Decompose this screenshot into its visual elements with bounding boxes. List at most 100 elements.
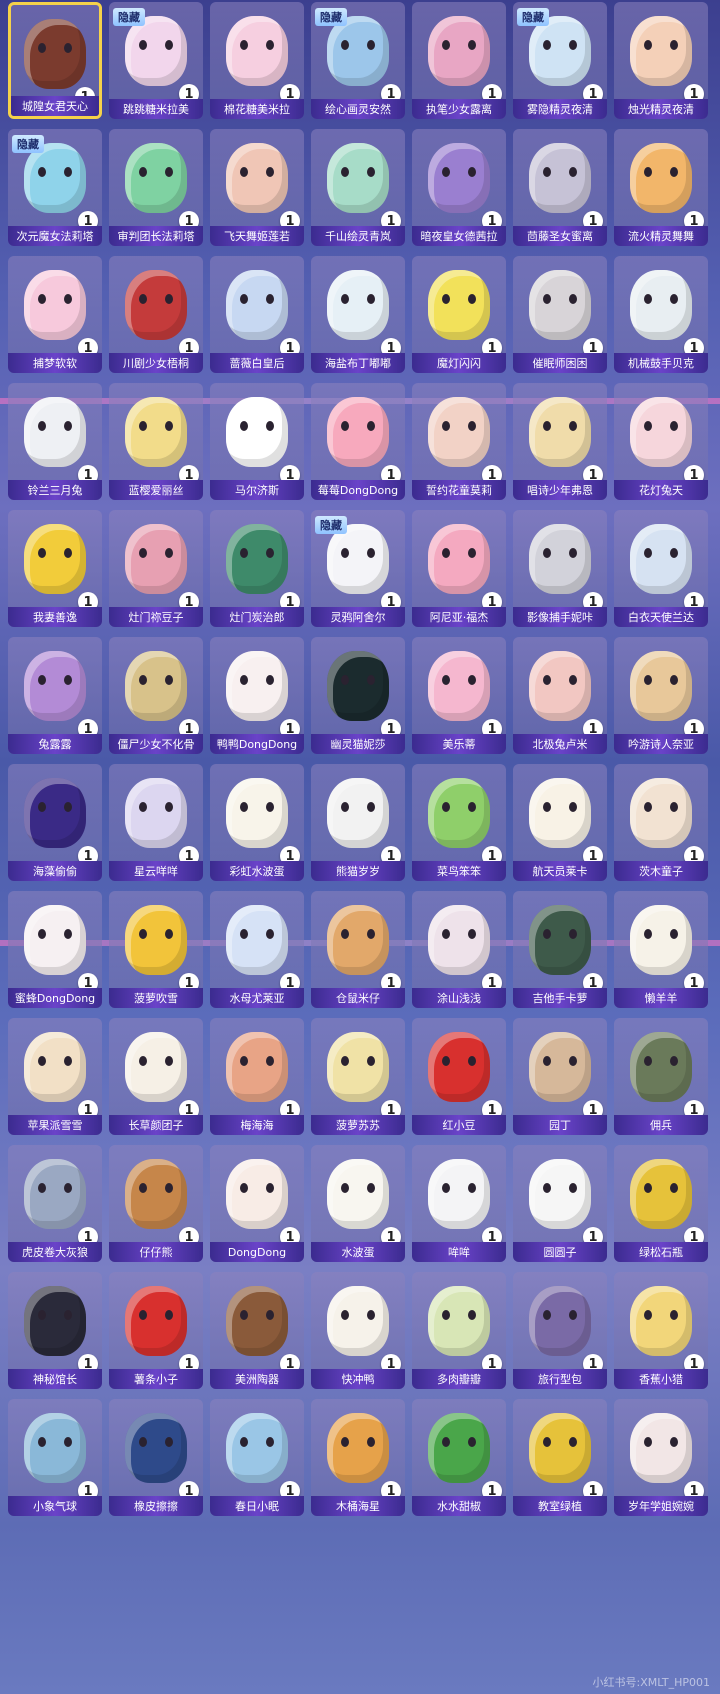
collection-card[interactable]: 1 仓鼠米仔 [311, 891, 405, 1008]
collection-card[interactable]: 1 唱诗少年弗恩 [513, 383, 607, 500]
collection-card[interactable]: 1 审判团长法莉塔 [109, 129, 203, 246]
collection-card[interactable]: 1 教室绿植 [513, 1399, 607, 1516]
collection-card[interactable]: 1 机械鼓手贝克 [614, 256, 708, 373]
collection-card[interactable]: 1 佣兵 [614, 1018, 708, 1135]
collection-card[interactable]: 隐藏 1 跳跳糖米拉美 [109, 2, 203, 119]
figure-image [630, 1032, 692, 1102]
collection-card[interactable]: 1 小象气球 [8, 1399, 102, 1516]
figure-name: 跳跳糖米拉美 [109, 99, 203, 119]
collection-card[interactable]: 1 幽灵猫妮莎 [311, 637, 405, 754]
collection-card[interactable]: 1 兔露露 [8, 637, 102, 754]
collection-card[interactable]: 1 神秘馆长 [8, 1272, 102, 1389]
figure-name: 旅行型包 [513, 1369, 607, 1389]
collection-card[interactable]: 1 苹果派雪雪 [8, 1018, 102, 1135]
collection-card[interactable]: 1 木桶海星 [311, 1399, 405, 1516]
collection-card[interactable]: 1 旅行型包 [513, 1272, 607, 1389]
collection-card[interactable]: 1 熊猫岁岁 [311, 764, 405, 881]
collection-card[interactable]: 1 铃兰三月兔 [8, 383, 102, 500]
collection-card[interactable]: 1 僵尸少女不化骨 [109, 637, 203, 754]
collection-card[interactable]: 1城隍女君天心 [8, 2, 102, 119]
figure-image [327, 778, 389, 848]
collection-card[interactable]: 1 快冲鸭 [311, 1272, 405, 1389]
figure-name: 菠萝吹雪 [109, 988, 203, 1008]
collection-card[interactable]: 1 虎皮卷大灰狼 [8, 1145, 102, 1262]
collection-card[interactable]: 1 薯条小子 [109, 1272, 203, 1389]
collection-card[interactable]: 1 鸭鸭DongDong [210, 637, 304, 754]
collection-card[interactable]: 1 绿松石瓶 [614, 1145, 708, 1262]
collection-card[interactable]: 隐藏 1 绘心画灵安然 [311, 2, 405, 119]
collection-card[interactable]: 1 星云咩咩 [109, 764, 203, 881]
collection-card[interactable]: 1 水水甜椒 [412, 1399, 506, 1516]
figure-image [327, 524, 389, 594]
collection-card[interactable]: 1 哞哞 [412, 1145, 506, 1262]
collection-card[interactable]: 1 执笔少女露离 [412, 2, 506, 119]
collection-card[interactable]: 1 航天员莱卡 [513, 764, 607, 881]
figure-name: 教室绿植 [513, 1496, 607, 1516]
collection-card[interactable]: 1 吉他手卡萝 [513, 891, 607, 1008]
collection-card[interactable]: 1 烛光精灵夜清 [614, 2, 708, 119]
collection-card[interactable]: 隐藏 1 次元魔女法莉塔 [8, 129, 102, 246]
collection-card[interactable]: 1 蜜蜂DongDong [8, 891, 102, 1008]
collection-card[interactable]: 1 美乐蒂 [412, 637, 506, 754]
collection-card[interactable]: 1 春日小眠 [210, 1399, 304, 1516]
collection-card[interactable]: 1 蓝樱爱丽丝 [109, 383, 203, 500]
collection-card[interactable]: 1 莓莓DongDong [311, 383, 405, 500]
collection-card[interactable]: 1 梅海海 [210, 1018, 304, 1135]
collection-card[interactable]: 1 影像捕手妮咔 [513, 510, 607, 627]
collection-card[interactable]: 1 海盐布丁嘟嘟 [311, 256, 405, 373]
collection-card[interactable]: 1 阿尼亚·福杰 [412, 510, 506, 627]
collection-card[interactable]: 1 北极兔卢米 [513, 637, 607, 754]
collection-card[interactable]: 1 蔷薇白皇后 [210, 256, 304, 373]
collection-card[interactable]: 1 飞天舞姬莲若 [210, 129, 304, 246]
figure-name: 烛光精灵夜清 [614, 99, 708, 119]
collection-card[interactable]: 1 棉花糖美米拉 [210, 2, 304, 119]
collection-card[interactable]: 1 美洲陶器 [210, 1272, 304, 1389]
collection-card[interactable]: 1 橡皮擦擦 [109, 1399, 203, 1516]
figure-image [125, 1032, 187, 1102]
collection-card[interactable]: 1 流火精灵舞舞 [614, 129, 708, 246]
collection-card[interactable]: 1 魔灯闪闪 [412, 256, 506, 373]
collection-card[interactable]: 1 白衣天使兰达 [614, 510, 708, 627]
collection-card[interactable]: 隐藏 1 灵鸦阿舍尔 [311, 510, 405, 627]
collection-card[interactable]: 1 捕梦软软 [8, 256, 102, 373]
collection-card[interactable]: 隐藏 1 雾隐精灵夜清 [513, 2, 607, 119]
collection-card[interactable]: 1 茨木童子 [614, 764, 708, 881]
figure-image [529, 16, 591, 86]
collection-card[interactable]: 1 水波蛋 [311, 1145, 405, 1262]
collection-card[interactable]: 1 长草颜团子 [109, 1018, 203, 1135]
collection-card[interactable]: 1 川剧少女梧桐 [109, 256, 203, 373]
collection-card[interactable]: 1 马尔济斯 [210, 383, 304, 500]
collection-card[interactable]: 1 海藻偷偷 [8, 764, 102, 881]
collection-card[interactable]: 1 誓约花童莫莉 [412, 383, 506, 500]
collection-card[interactable]: 1 千山绘灵青岚 [311, 129, 405, 246]
collection-card[interactable]: 1 催眠师困困 [513, 256, 607, 373]
collection-card[interactable]: 1 菠萝苏苏 [311, 1018, 405, 1135]
collection-card[interactable]: 1 灶门炭治郎 [210, 510, 304, 627]
collection-card[interactable]: 1 吟游诗人奈亚 [614, 637, 708, 754]
collection-card[interactable]: 1 灶门祢豆子 [109, 510, 203, 627]
figure-image [428, 143, 490, 213]
collection-card[interactable]: 1 菜鸟笨笨 [412, 764, 506, 881]
figure-name: 哞哞 [412, 1242, 506, 1262]
collection-card[interactable]: 1 水母尤莱亚 [210, 891, 304, 1008]
collection-card[interactable]: 1 花灯兔天 [614, 383, 708, 500]
collection-card[interactable]: 1 DongDong [210, 1145, 304, 1262]
collection-card[interactable]: 1 多肉瓣瓣 [412, 1272, 506, 1389]
figure-image [24, 143, 86, 213]
figure-image [24, 1286, 86, 1356]
collection-card[interactable]: 1 涂山浅浅 [412, 891, 506, 1008]
collection-card[interactable]: 1 茴藤圣女蜜离 [513, 129, 607, 246]
figure-image [125, 778, 187, 848]
collection-card[interactable]: 1 仔仔熊 [109, 1145, 203, 1262]
collection-card[interactable]: 1 暗夜皇女德茜拉 [412, 129, 506, 246]
collection-card[interactable]: 1 香蕉小猎 [614, 1272, 708, 1389]
collection-card[interactable]: 1 懒羊羊 [614, 891, 708, 1008]
collection-card[interactable]: 1 圆圆子 [513, 1145, 607, 1262]
collection-card[interactable]: 1 园丁 [513, 1018, 607, 1135]
collection-card[interactable]: 1 彩虹水波蛋 [210, 764, 304, 881]
collection-card[interactable]: 1 岁年学姐婉婉 [614, 1399, 708, 1516]
collection-card[interactable]: 1 菠萝吹雪 [109, 891, 203, 1008]
collection-card[interactable]: 1 红小豆 [412, 1018, 506, 1135]
figure-name: 美乐蒂 [412, 734, 506, 754]
collection-card[interactable]: 1 我妻善逸 [8, 510, 102, 627]
